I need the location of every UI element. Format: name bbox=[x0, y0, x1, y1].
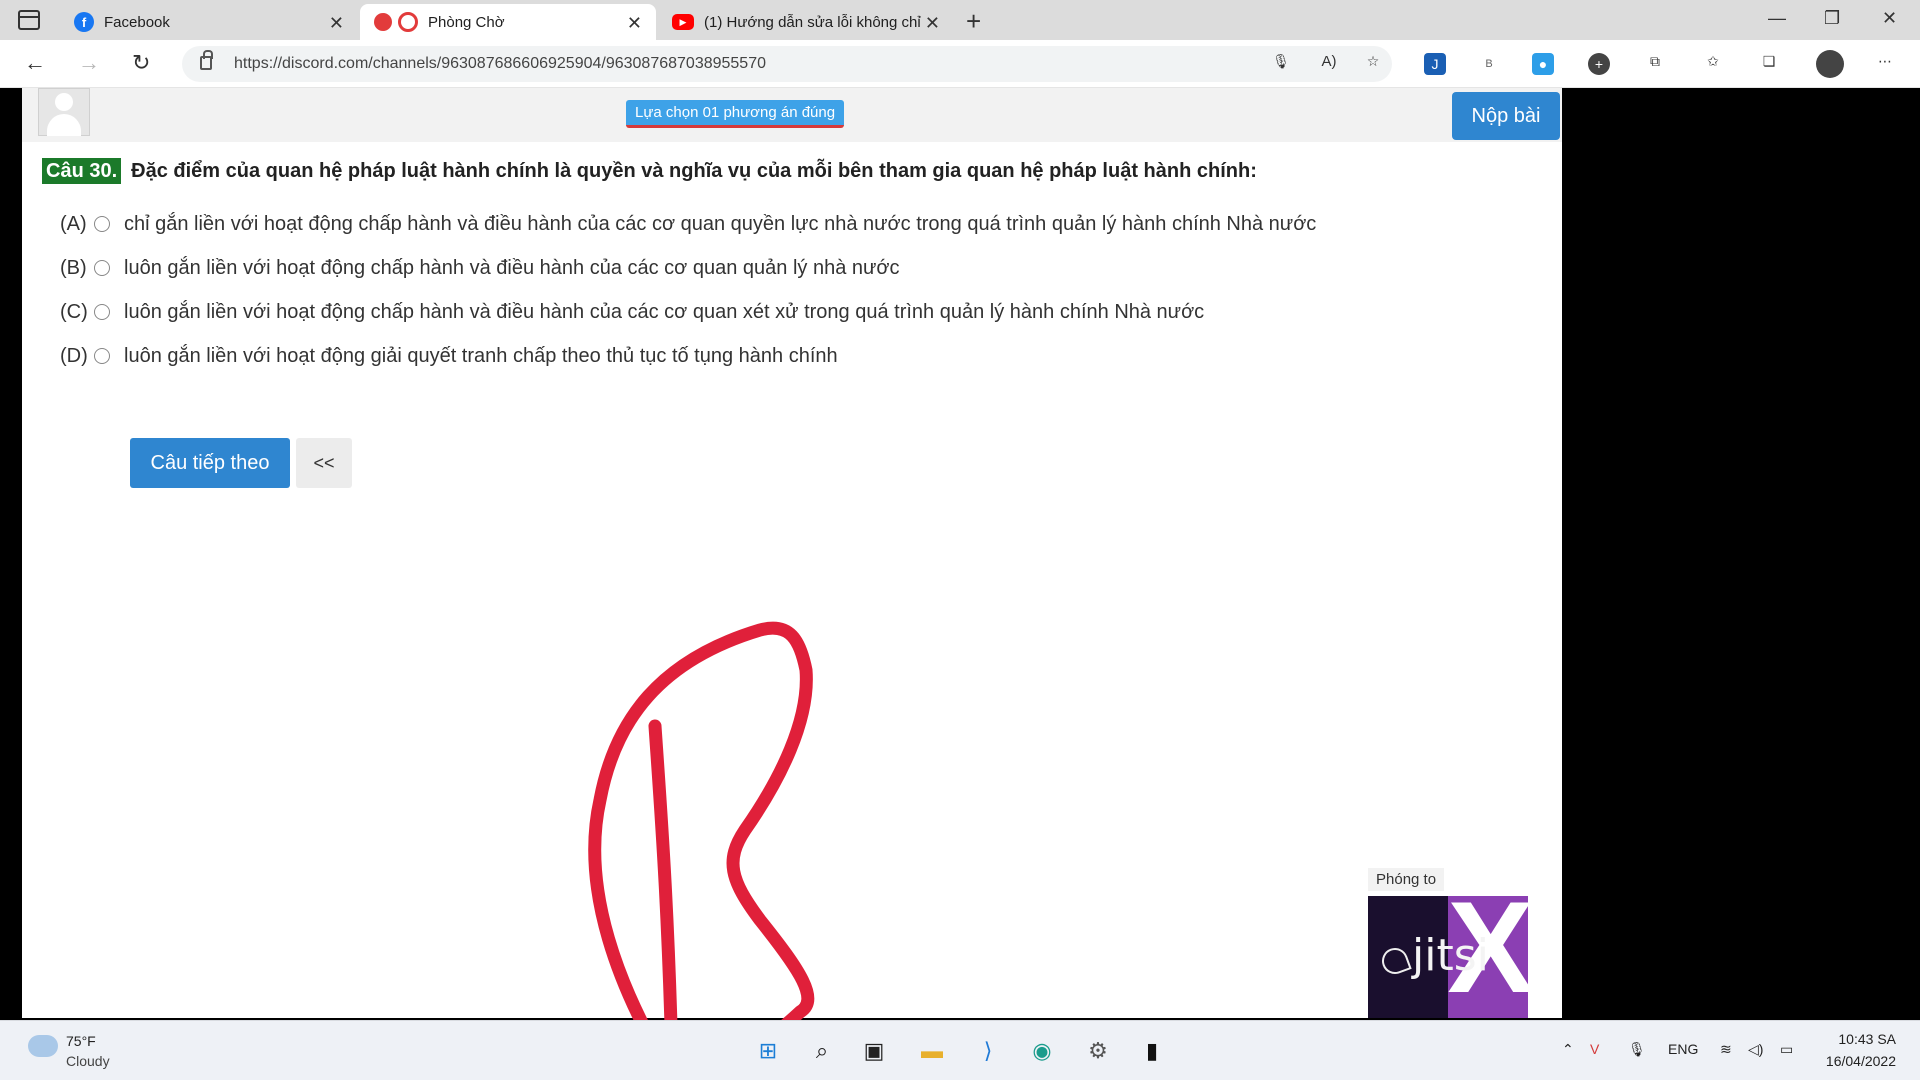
extension-j-icon[interactable]: J bbox=[1424, 53, 1446, 75]
question: Câu 30. Đặc điểm của quan hệ pháp luật hà… bbox=[42, 158, 1257, 184]
add-favorite-icon[interactable]: ☆ bbox=[1362, 50, 1384, 72]
radio-button[interactable] bbox=[94, 260, 110, 276]
record-icon bbox=[398, 12, 418, 32]
lock-icon[interactable] bbox=[200, 50, 213, 70]
minimize-icon[interactable]: — bbox=[1768, 8, 1786, 29]
read-aloud-icon[interactable]: A) bbox=[1318, 50, 1340, 72]
battery-icon[interactable]: ▭ bbox=[1780, 1041, 1793, 1058]
close-tab-icon[interactable]: ✕ bbox=[925, 13, 940, 34]
quiz-page: Lựa chọn 01 phương án đúng Nộp bài Câu 3… bbox=[22, 88, 1562, 1018]
settings-icon[interactable]: ⚙ bbox=[1084, 1037, 1112, 1065]
collections-icon[interactable]: ❏ bbox=[1758, 50, 1780, 72]
refresh-icon[interactable]: ↻ bbox=[132, 50, 150, 76]
tab-actions-icon[interactable] bbox=[18, 10, 40, 30]
answer-a[interactable]: (A) chỉ gắn liền với hoạt động chấp hành… bbox=[60, 202, 1460, 246]
weather-condition[interactable]: Cloudy bbox=[66, 1053, 110, 1069]
tab-bar: f Facebook ✕ Phòng Chờ ✕ ▶ (1) Hướng dẫn… bbox=[0, 0, 1920, 40]
profile-avatar[interactable] bbox=[1816, 50, 1844, 78]
terminal-icon[interactable]: ▮ bbox=[1138, 1037, 1166, 1065]
answer-c[interactable]: (C) luôn gắn liền với hoạt động chấp hàn… bbox=[60, 290, 1460, 334]
submit-button[interactable]: Nộp bài bbox=[1452, 92, 1560, 140]
close-window-icon[interactable]: ✕ bbox=[1882, 8, 1897, 29]
edge-icon[interactable]: ◉ bbox=[1028, 1037, 1056, 1065]
radio-button[interactable] bbox=[94, 304, 110, 320]
radio-button[interactable] bbox=[94, 348, 110, 364]
clock-time[interactable]: 10:43 SA bbox=[1834, 1031, 1896, 1047]
favorites-icon[interactable]: ✩ bbox=[1702, 50, 1724, 72]
task-view-icon[interactable]: ▣ bbox=[860, 1037, 888, 1065]
previous-question-button[interactable]: << bbox=[296, 438, 352, 488]
tab-facebook[interactable]: f Facebook ✕ bbox=[60, 4, 358, 40]
language-indicator[interactable]: ENG bbox=[1668, 1041, 1698, 1057]
address-bar: ← → ↻ https://discord.com/channels/96308… bbox=[0, 40, 1920, 88]
maximize-video-label[interactable]: Phóng to bbox=[1368, 868, 1445, 891]
search-icon[interactable]: ⌕ bbox=[808, 1037, 836, 1065]
microphone-tray-icon[interactable]: 🎙 bbox=[1628, 1041, 1646, 1058]
extensions-icon[interactable]: ⧉ bbox=[1644, 50, 1666, 72]
facebook-icon: f bbox=[74, 12, 94, 32]
start-icon[interactable]: ⊞ bbox=[754, 1037, 782, 1065]
close-tab-icon[interactable]: ✕ bbox=[329, 13, 344, 34]
clock-date[interactable]: 16/04/2022 bbox=[1812, 1053, 1896, 1069]
jitsi-video-tile[interactable]: X jitsi bbox=[1368, 896, 1528, 1018]
extension-b-icon[interactable]: B bbox=[1478, 53, 1500, 75]
answer-b[interactable]: (B) luôn gắn liền với hoạt động chấp hàn… bbox=[60, 246, 1460, 290]
volume-icon[interactable]: ◁) bbox=[1748, 1041, 1763, 1058]
answer-list: (A) chỉ gắn liền với hoạt động chấp hành… bbox=[60, 202, 1460, 378]
instruction-badge: Lựa chọn 01 phương án đúng bbox=[626, 100, 845, 128]
show-hidden-icons[interactable]: ⌃ bbox=[1562, 1041, 1574, 1058]
question-number: Câu 30. bbox=[42, 158, 122, 184]
tab-youtube[interactable]: ▶ (1) Hướng dẫn sửa lỗi không chỉ ✕ bbox=[658, 4, 954, 40]
taskbar: 75°F Cloudy ⊞ ⌕ ▣ ▬ ⟩ ◉ ⚙ ▮ ⌃ V 🎙 ENG ≋ … bbox=[0, 1020, 1920, 1080]
file-explorer-icon[interactable]: ▬ bbox=[918, 1037, 946, 1065]
microphone-icon[interactable]: 🎙 bbox=[1270, 50, 1292, 72]
next-question-button[interactable]: Câu tiếp theo bbox=[130, 438, 290, 488]
back-icon[interactable]: ← bbox=[24, 50, 46, 76]
close-tab-icon[interactable]: ✕ bbox=[627, 13, 642, 34]
antivirus-icon[interactable]: V bbox=[1590, 1041, 1599, 1057]
extension-drop-icon[interactable]: ● bbox=[1532, 53, 1554, 75]
url-field[interactable]: https://discord.com/channels/96308768660… bbox=[182, 46, 1392, 82]
jitsi-logo-icon bbox=[1378, 944, 1412, 978]
question-text: Đặc điểm của quan hệ pháp luật hành chín… bbox=[131, 160, 1257, 182]
youtube-icon: ▶ bbox=[672, 14, 694, 30]
extension-icon bbox=[374, 13, 392, 31]
answer-d[interactable]: (D) luôn gắn liền với hoạt động giải quy… bbox=[60, 334, 1460, 378]
wifi-icon[interactable]: ≋ bbox=[1720, 1041, 1732, 1058]
radio-button[interactable] bbox=[94, 216, 110, 232]
jitsi-logo-text: jitsi bbox=[1412, 930, 1489, 981]
restore-icon[interactable]: ❐ bbox=[1824, 8, 1840, 29]
tab-phong-cho[interactable]: Phòng Chờ ✕ bbox=[360, 4, 656, 40]
more-options-icon[interactable]: ⋯ bbox=[1874, 50, 1896, 72]
new-tab-icon[interactable]: + bbox=[966, 6, 981, 37]
weather-temperature[interactable]: 75°F bbox=[66, 1033, 96, 1049]
cloud-icon[interactable] bbox=[28, 1035, 58, 1057]
extension-plus-icon[interactable]: + bbox=[1588, 53, 1610, 75]
vscode-icon[interactable]: ⟩ bbox=[974, 1037, 1002, 1065]
user-avatar bbox=[38, 88, 90, 136]
forward-icon[interactable]: → bbox=[78, 50, 100, 76]
